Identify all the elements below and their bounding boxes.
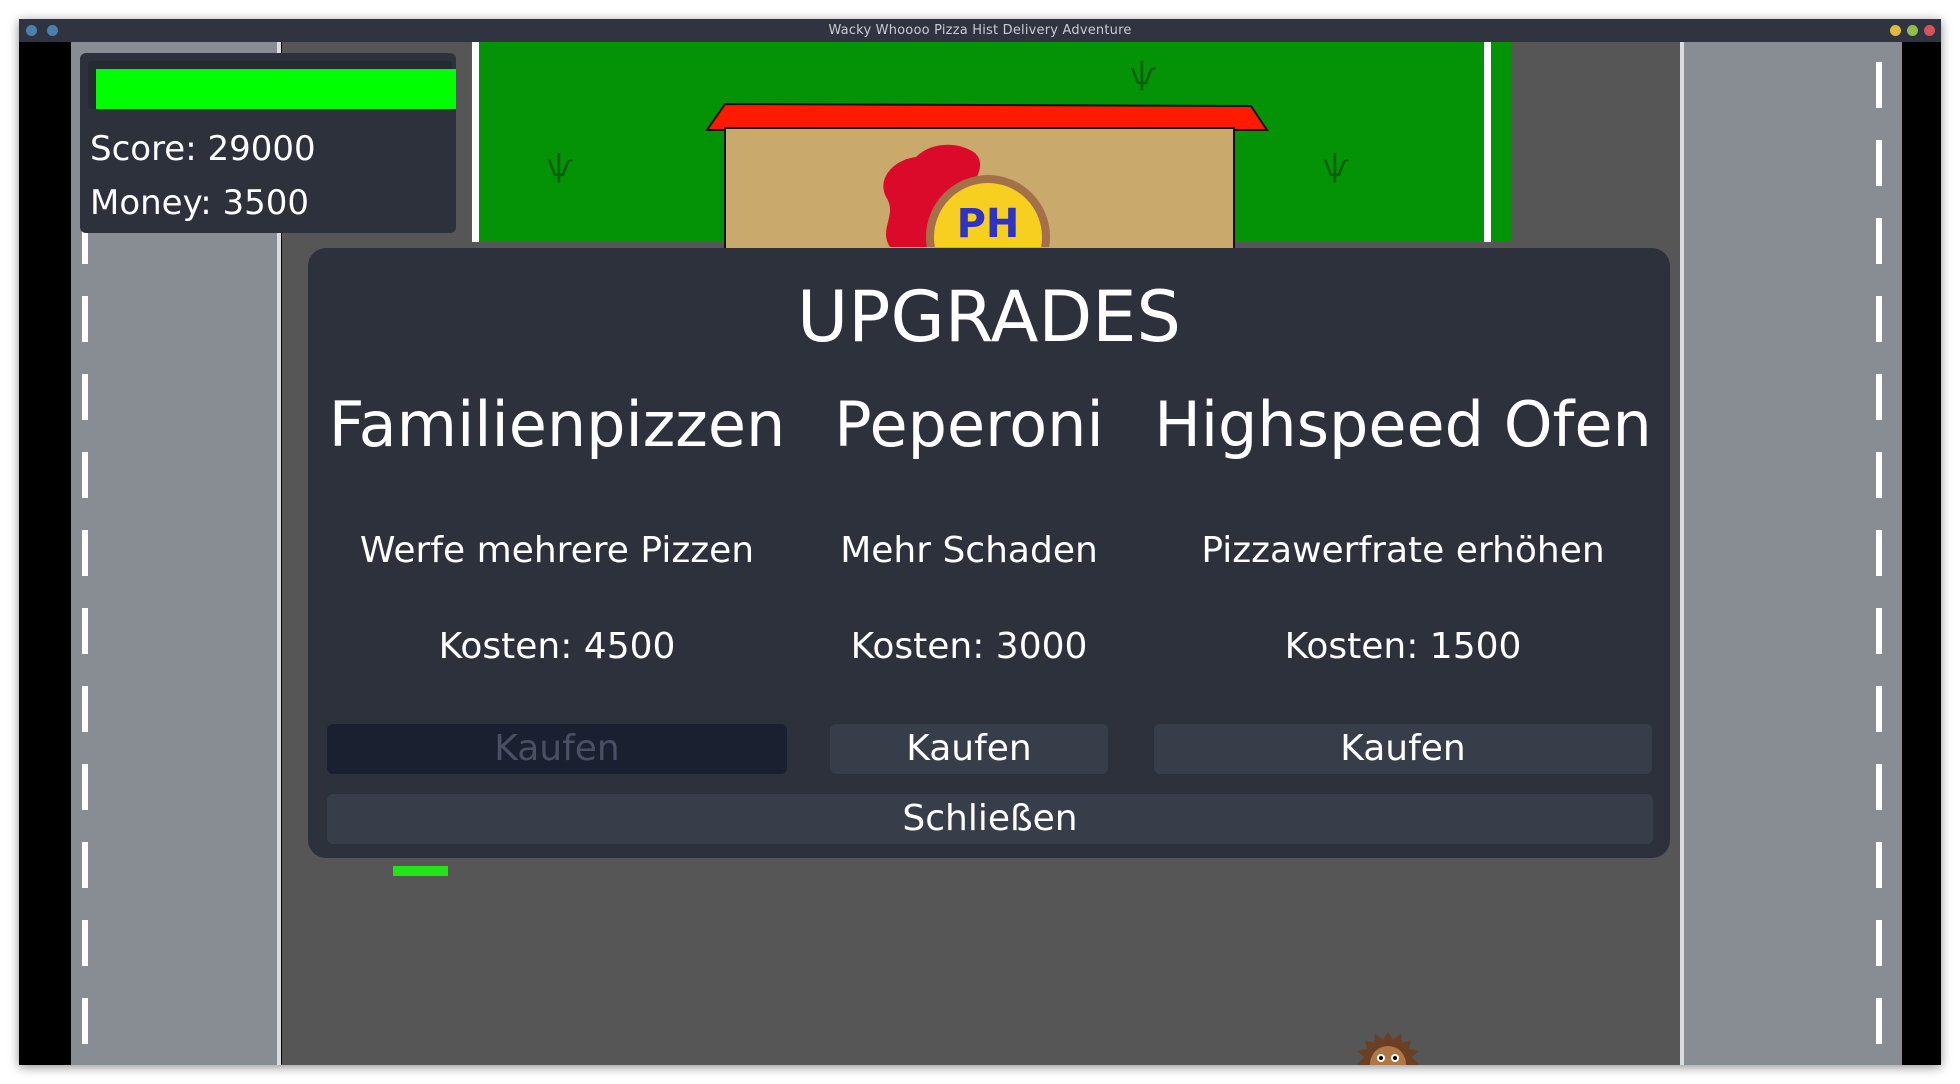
fence-right — [1484, 42, 1491, 242]
upgrade-cost: Kosten: 4500 — [438, 626, 676, 667]
upgrade-peperoni: Peperoni Mehr Schaden Kosten: 3000 Kaufe… — [830, 248, 1108, 848]
lane-dash — [82, 296, 88, 342]
upgrade-description: Mehr Schaden — [840, 530, 1098, 571]
lane-dash — [1876, 374, 1882, 420]
lane-dash — [82, 842, 88, 888]
lane-dash — [82, 374, 88, 420]
buy-peperoni-button[interactable]: Kaufen — [830, 724, 1108, 774]
upgrade-name: Highspeed Ofen — [1154, 388, 1652, 461]
lane-dash — [1876, 218, 1882, 264]
lane-dash — [82, 608, 88, 654]
health-bar-fill — [96, 69, 456, 109]
close-upgrades-button[interactable]: Schließen — [327, 794, 1653, 844]
lane-dash — [82, 452, 88, 498]
buy-familienpizzen-button[interactable]: Kaufen — [327, 724, 787, 774]
hedgehog-enemy-icon — [1357, 1032, 1419, 1065]
lane-dash — [82, 686, 88, 732]
upgrade-description: Pizzawerfrate erhöhen — [1201, 530, 1605, 571]
upgrade-familienpizzen: Familienpizzen Werfe mehrere Pizzen Kost… — [327, 248, 787, 848]
health-bar — [88, 61, 456, 109]
logo-text: PH — [957, 201, 1020, 247]
lane-dash — [82, 998, 88, 1044]
upgrade-description: Werfe mehrere Pizzen — [359, 530, 755, 571]
lane-dash — [82, 764, 88, 810]
fence-left — [472, 42, 479, 242]
score-label: Score: 29000 — [90, 129, 316, 169]
window-title: Wacky Whoooo Pizza Hist Delivery Adventu… — [828, 23, 1132, 38]
lane-dash — [1876, 452, 1882, 498]
title-bar: Wacky Whoooo Pizza Hist Delivery Adventu… — [19, 19, 1941, 42]
lane-dash — [1876, 530, 1882, 576]
green-bar-marker — [393, 866, 448, 876]
lane-dash — [1876, 140, 1882, 186]
money-label: Money: 3500 — [90, 183, 310, 223]
close-icon[interactable] — [1924, 25, 1935, 36]
lane-dash — [1876, 608, 1882, 654]
lane-dash — [82, 920, 88, 966]
hud-panel: Score: 29000 Money: 3500 — [80, 53, 456, 233]
lane-dash — [1876, 296, 1882, 342]
grass-icon: ѱ — [1130, 57, 1157, 92]
lane-dash — [1876, 842, 1882, 888]
upgrades-dialog: UPGRADES Familienpizzen Werfe mehrere Pi… — [308, 248, 1670, 858]
upgrade-name: Peperoni — [834, 388, 1104, 461]
lane-dash — [1876, 920, 1882, 966]
upgrade-highspeed-ofen: Highspeed Ofen Pizzawerfrate erhöhen Kos… — [1154, 248, 1652, 848]
sidewalk-right — [1684, 42, 1902, 1065]
game-window: Wacky Whoooo Pizza Hist Delivery Adventu… — [19, 19, 1941, 1065]
lane-dash — [82, 530, 88, 576]
buy-highspeed-ofen-button[interactable]: Kaufen — [1154, 724, 1652, 774]
lane-dash — [1876, 764, 1882, 810]
upgrade-cost: Kosten: 3000 — [850, 626, 1088, 667]
pizza-shop-logo: PH — [883, 144, 1050, 247]
lane-dash — [1876, 998, 1882, 1044]
upgrade-cost: Kosten: 1500 — [1284, 626, 1522, 667]
lane-dash — [1876, 686, 1882, 732]
maximize-icon[interactable] — [1907, 25, 1918, 36]
grass-icon: ѱ — [1323, 149, 1350, 184]
upgrade-name: Familienpizzen — [328, 388, 786, 461]
lane-dash — [1876, 62, 1882, 108]
minimize-icon[interactable] — [1890, 25, 1901, 36]
grass-icon: ѱ — [547, 149, 574, 184]
game-canvas: ѱ ѱ ѱ PH Score: 29000 Money: 3500 UPGRAD… — [19, 42, 1941, 1065]
